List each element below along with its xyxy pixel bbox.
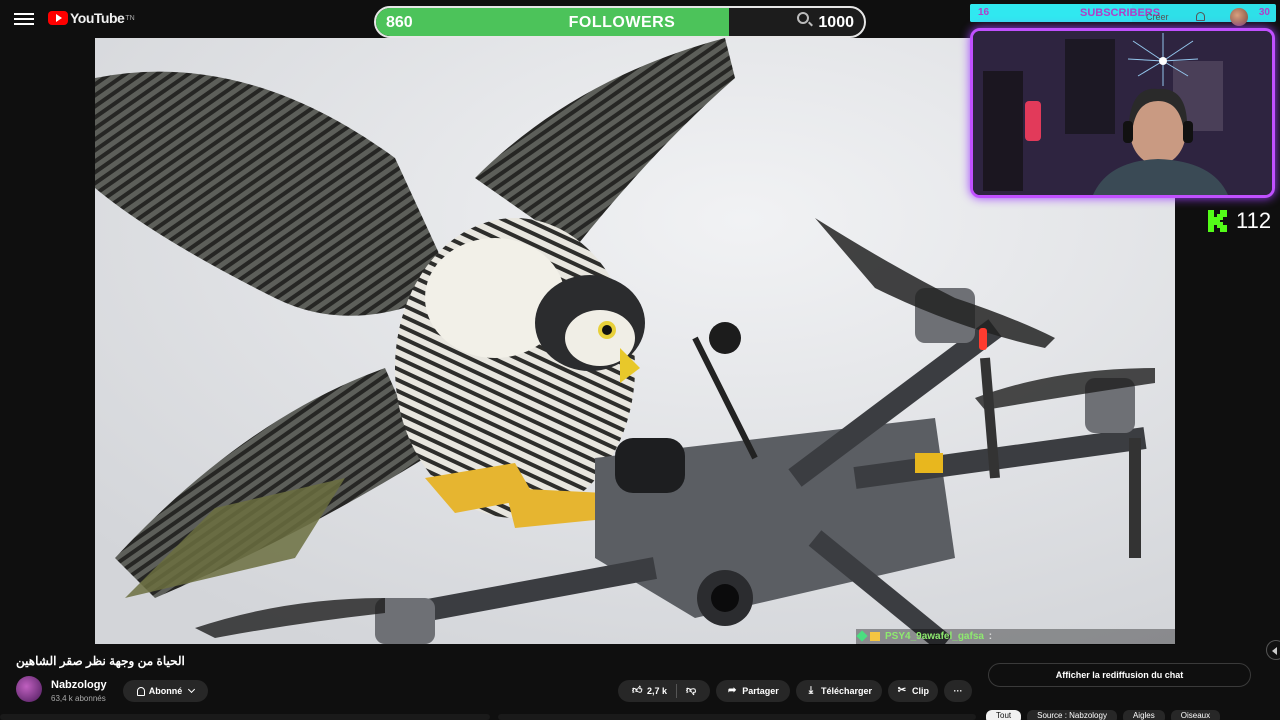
chevron-down-icon xyxy=(188,685,196,694)
gem-badge-icon xyxy=(856,630,868,642)
create-button[interactable]: Créer xyxy=(1146,12,1169,22)
collapse-arrow-icon[interactable] xyxy=(1266,640,1280,660)
scissors-icon: ✂ xyxy=(897,685,907,696)
channel-avatar[interactable] xyxy=(16,676,42,702)
chat-username: PSY4_9awafel_gafsa xyxy=(885,631,984,642)
video-title: الحياة من وجهة نظر صقر الشاهين xyxy=(16,654,185,668)
like-divider xyxy=(676,684,678,698)
kick-viewer-count: 112 xyxy=(1236,208,1272,233)
like-count[interactable]: 2,7 k xyxy=(647,686,667,696)
like-dislike-group: 👍︎ 2,7 k 👎︎ xyxy=(618,680,710,702)
download-button[interactable]: ⤓ Télécharger xyxy=(796,680,882,702)
filter-chip[interactable]: Oiseaux xyxy=(1170,710,1221,720)
chat-separator: : xyxy=(988,631,993,642)
followers-goal-bar: FOLLOWERS 860 1000 xyxy=(374,6,866,38)
search-icon[interactable] xyxy=(797,12,809,24)
more-actions-button[interactable]: ··· xyxy=(944,680,972,702)
webcam-feed xyxy=(973,31,1272,195)
subscribed-button[interactable]: Abonné xyxy=(123,680,208,702)
followers-current: 860 xyxy=(386,14,413,31)
filter-chip[interactable]: Tout xyxy=(986,710,1022,720)
youtube-play-icon xyxy=(48,11,68,25)
channel-name[interactable]: Nabzology xyxy=(51,679,107,691)
followers-label: FOLLOWERS xyxy=(568,14,676,31)
clip-label: Clip xyxy=(912,686,929,696)
account-avatar[interactable] xyxy=(1230,8,1248,26)
followers-goal: 1000 xyxy=(818,14,854,31)
channel-subscriber-count: 63,4 k abonnés xyxy=(51,694,106,703)
kick-logo-icon xyxy=(1208,210,1227,232)
description-area-shade xyxy=(498,714,976,720)
logo-country: TN xyxy=(125,14,135,22)
download-icon: ⤓ xyxy=(808,685,814,696)
bell-icon[interactable] xyxy=(1196,12,1205,21)
share-label: Partager xyxy=(742,686,779,696)
youtube-watch-page: YouTube TN FOLLOWERS 860 1000 16 SUBSCRI… xyxy=(0,0,1280,720)
comment-area-shade xyxy=(0,714,490,720)
logo-text: YouTube xyxy=(70,10,125,26)
clip-button[interactable]: ✂ Clip xyxy=(888,680,938,702)
crown-badge-icon xyxy=(870,632,880,641)
share-arrow-icon: ➦ xyxy=(728,685,737,696)
more-icon: ··· xyxy=(953,686,963,696)
show-chat-replay-button[interactable]: Afficher la rediffusion du chat xyxy=(988,663,1251,687)
youtube-logo[interactable]: YouTube TN xyxy=(48,10,135,26)
subscribers-goal: 30 xyxy=(1258,7,1270,18)
streamer-webcam xyxy=(970,28,1275,198)
thumbs-down-icon[interactable]: 👎︎ xyxy=(686,686,696,696)
bell-icon xyxy=(136,686,145,696)
subscribers-current: 16 xyxy=(978,7,990,18)
share-button[interactable]: ➦ Partager xyxy=(716,680,790,702)
chat-message-overlay: PSY4_9awafel_gafsa : xyxy=(856,629,1175,645)
download-label: Télécharger xyxy=(820,686,873,696)
menu-icon[interactable] xyxy=(14,10,34,28)
thumbs-up-icon[interactable]: 👍︎ xyxy=(632,686,642,696)
filter-chip[interactable]: Aigles xyxy=(1122,710,1165,720)
filter-chip[interactable]: Source : Nabzology xyxy=(1027,710,1117,720)
subscribed-label: Abonné xyxy=(148,686,183,696)
related-filter-chips: Tout Source : Nabzology Aigles Oiseaux xyxy=(986,710,1221,720)
